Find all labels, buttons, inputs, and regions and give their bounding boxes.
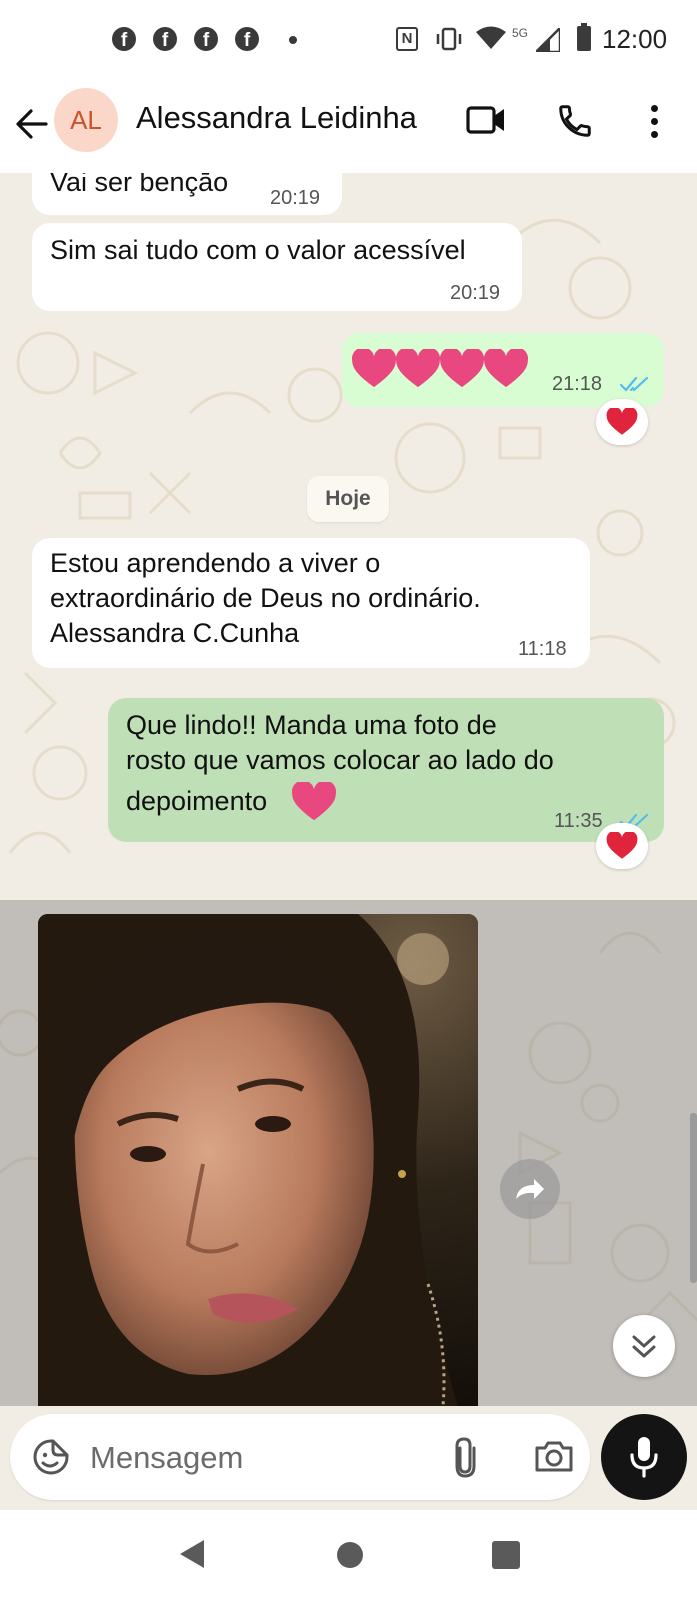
facebook-notification-icon: f [112, 27, 136, 51]
mic-icon [630, 1437, 658, 1478]
status-time: 12:00 [602, 24, 668, 54]
nav-back-icon[interactable] [178, 1538, 206, 1570]
message-text-line: depoimento [126, 786, 268, 816]
message-reaction[interactable] [596, 823, 648, 869]
phone-icon[interactable] [556, 102, 594, 140]
message-composer [0, 1406, 697, 1510]
network-type-label: 5G [512, 26, 529, 40]
date-separator: Hoje [307, 476, 389, 522]
scroll-to-bottom-button[interactable] [613, 1315, 675, 1377]
message-bubble-outgoing[interactable]: 21:18 [342, 333, 664, 407]
scrollbar-thumb[interactable] [690, 1113, 697, 1283]
chat-area[interactable]: Vai ser bençāo 20:19 Sim sai tudo com o … [0, 173, 697, 1406]
attach-icon[interactable] [452, 1436, 478, 1478]
facebook-notification-icon: f [235, 27, 259, 51]
emoji-sticker-icon[interactable] [32, 1438, 70, 1476]
message-text-line: Estou aprendendo a viver o [50, 548, 381, 578]
message-input[interactable] [90, 1436, 420, 1480]
double-chevron-down-icon [632, 1335, 656, 1358]
message-time: 20:19 [450, 282, 501, 304]
forward-button[interactable] [500, 1159, 560, 1219]
pink-heart-emoji [396, 349, 440, 388]
nav-recents-icon[interactable] [492, 1541, 520, 1569]
pink-heart-emoji [352, 349, 396, 388]
more-notifications-dot-icon [289, 36, 297, 44]
back-arrow-icon[interactable] [14, 106, 50, 142]
contact-name[interactable]: Alessandra Leidinha [136, 100, 417, 136]
pink-heart-emoji [440, 349, 484, 388]
message-text-line: extraordinário de Deus no ordinário. [50, 583, 481, 613]
wifi-icon [476, 26, 506, 49]
pink-heart-emoji [292, 782, 336, 821]
message-time: 11:18 [518, 638, 567, 660]
message-text-line: Alessandra C.Cunha [50, 618, 300, 648]
red-heart-reaction-icon [606, 832, 638, 859]
contact-avatar[interactable]: AL [54, 88, 118, 152]
chat-header: AL Alessandra Leidinha [0, 80, 697, 173]
nav-home-icon[interactable] [337, 1542, 363, 1568]
image-message[interactable] [38, 914, 478, 1406]
message-time: 21:18 [552, 373, 603, 395]
message-bubble-outgoing[interactable]: Que lindo!! Manda uma foto de rosto que … [108, 698, 664, 842]
message-text: Sim sai tudo com o valor acessível [50, 235, 466, 265]
battery-icon [577, 23, 591, 51]
facebook-notification-icon: f [194, 27, 218, 51]
message-text-line: Que lindo!! Manda uma foto de [126, 710, 497, 740]
camera-icon[interactable] [534, 1439, 574, 1473]
pink-heart-emoji [484, 349, 528, 388]
message-time: 20:19 [270, 187, 321, 209]
vibrate-icon [436, 27, 462, 51]
message-reaction[interactable] [596, 399, 648, 445]
forward-icon [516, 1179, 544, 1199]
more-options-icon[interactable] [644, 102, 664, 142]
message-input-container[interactable] [10, 1414, 590, 1500]
message-text: Vai ser bençāo [50, 173, 229, 197]
video-call-icon[interactable] [466, 104, 506, 136]
red-heart-reaction-icon [606, 408, 638, 435]
nfc-icon: N [396, 27, 418, 51]
message-bubble-incoming[interactable]: Sim sai tudo com o valor acessível 20:19 [32, 223, 522, 311]
message-text-line: rosto que vamos colocar ao lado do [126, 745, 554, 775]
message-time: 11:35 [554, 810, 603, 832]
message-bubble-incoming[interactable]: Vai ser bençāo 20:19 [32, 173, 342, 215]
status-bar: f f f f N 5G 12:00 [0, 0, 697, 80]
message-bubble-incoming[interactable]: Estou aprendendo a viver o extraordinári… [32, 538, 590, 668]
voice-message-button[interactable] [601, 1414, 687, 1500]
portrait-photo [38, 914, 478, 1406]
signal-icon [536, 28, 560, 52]
read-receipt-ticks-icon [620, 376, 649, 392]
facebook-notification-icon: f [153, 27, 177, 51]
system-navigation-bar [0, 1510, 697, 1600]
